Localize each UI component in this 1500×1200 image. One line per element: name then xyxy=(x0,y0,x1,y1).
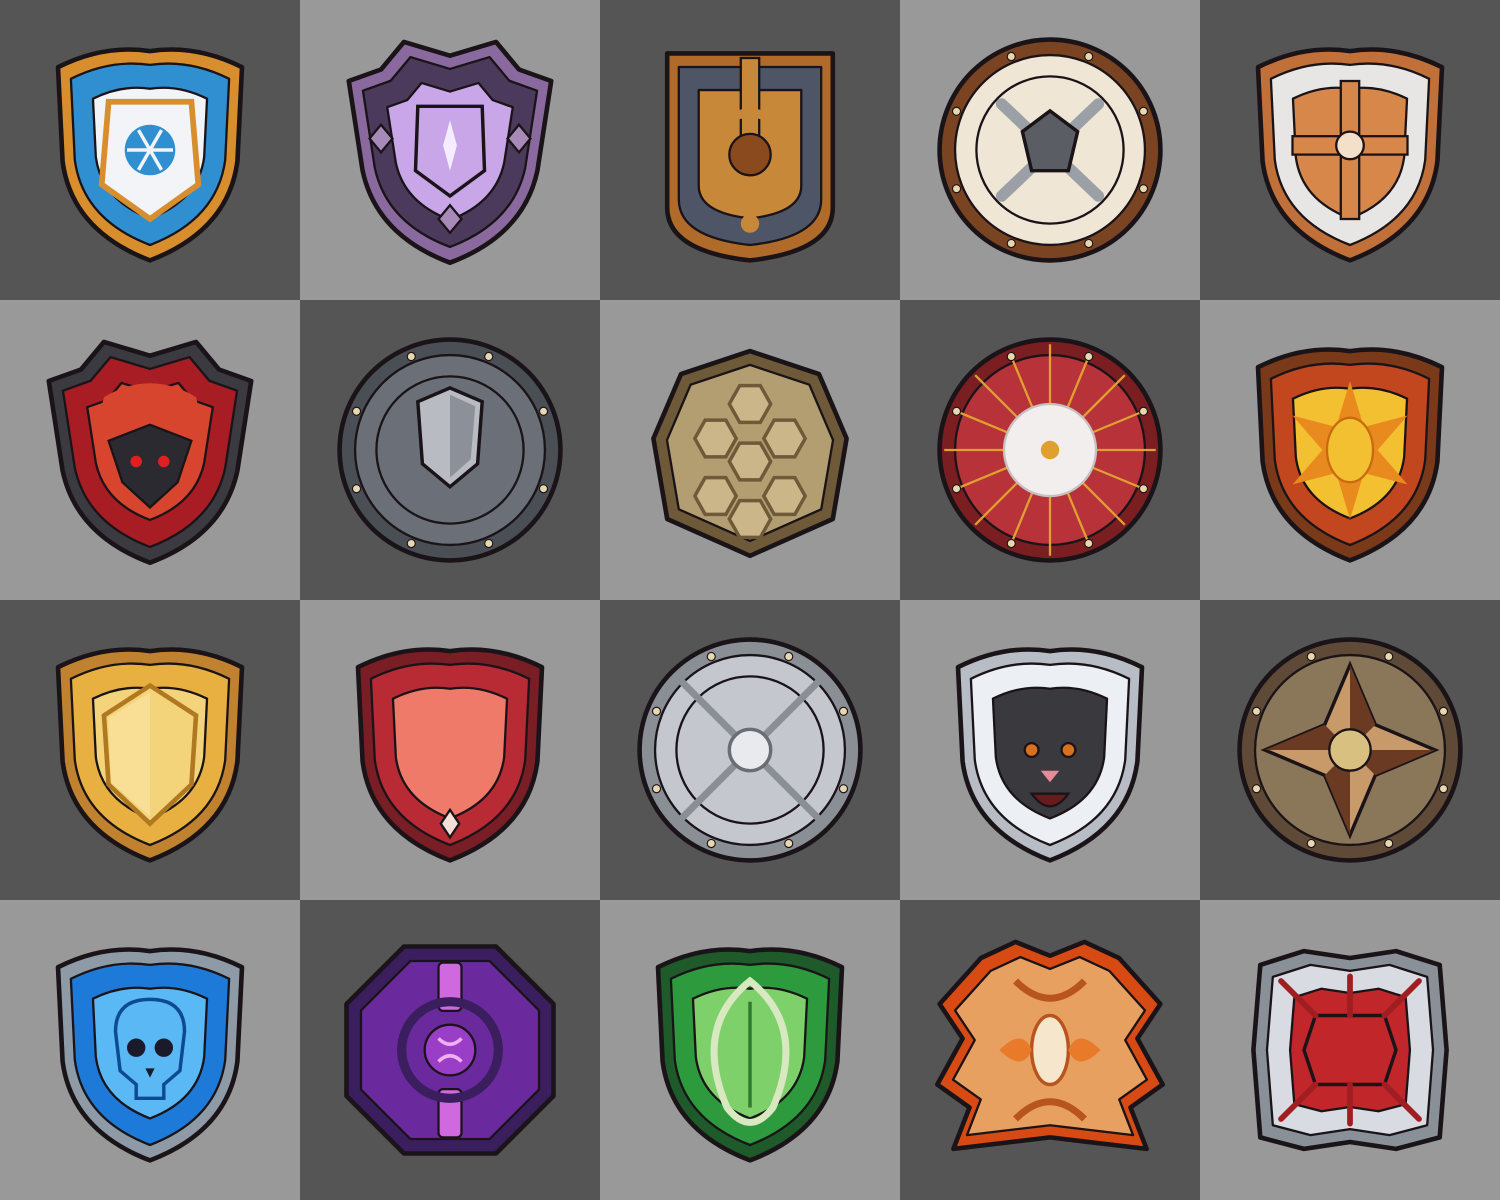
thorned-silver-shield-icon xyxy=(1251,948,1449,1152)
shield-slot[interactable] xyxy=(0,0,300,300)
shield-slot[interactable] xyxy=(600,0,900,300)
shield-slot[interactable] xyxy=(900,600,1200,900)
frost-crest-shield-icon xyxy=(55,47,245,263)
icon-sheet-grid xyxy=(0,0,1500,1200)
iron-guard-round-shield-icon xyxy=(337,337,563,563)
shield-slot[interactable] xyxy=(600,900,900,1200)
shield-slot[interactable] xyxy=(600,300,900,600)
shield-slot[interactable] xyxy=(1200,900,1500,1200)
shield-slot[interactable] xyxy=(600,600,900,900)
shield-slot[interactable] xyxy=(0,300,300,600)
azure-skull-shield-icon xyxy=(55,947,245,1163)
shield-slot[interactable] xyxy=(0,600,300,900)
crimson-demon-shield-icon xyxy=(46,339,254,565)
flame-sigil-shield-icon xyxy=(1255,347,1445,563)
shield-slot[interactable] xyxy=(300,900,600,1200)
white-tiger-shield-icon xyxy=(955,647,1145,863)
shield-slot[interactable] xyxy=(1200,0,1500,300)
bronze-compass-round-shield-icon xyxy=(1237,637,1463,863)
shield-slot[interactable] xyxy=(300,0,600,300)
shield-slot[interactable] xyxy=(900,300,1200,600)
shield-slot[interactable] xyxy=(300,600,600,900)
amethyst-spiked-shield-icon xyxy=(346,39,554,265)
shield-slot[interactable] xyxy=(900,900,1200,1200)
steel-buckler-shield-icon xyxy=(637,637,863,863)
crimson-parasol-shield-icon xyxy=(937,337,1163,563)
shield-slot[interactable] xyxy=(900,0,1200,300)
phoenix-flame-shield-icon xyxy=(935,939,1165,1152)
shield-slot[interactable] xyxy=(1200,300,1500,600)
shield-slot[interactable] xyxy=(1200,600,1500,900)
arcane-violet-shield-icon xyxy=(344,944,556,1156)
shield-slot[interactable] xyxy=(300,300,600,600)
turtle-shell-shield-icon xyxy=(651,348,849,559)
golden-kite-shield-icon xyxy=(55,647,245,863)
bronze-dial-tower-shield-icon xyxy=(664,51,836,263)
ruby-heater-shield-icon xyxy=(355,647,545,863)
jade-leaf-shield-icon xyxy=(655,947,845,1163)
crossed-bones-round-shield-icon xyxy=(937,37,1163,263)
shield-slot[interactable] xyxy=(0,900,300,1200)
holy-cross-shield-icon xyxy=(1255,47,1445,263)
